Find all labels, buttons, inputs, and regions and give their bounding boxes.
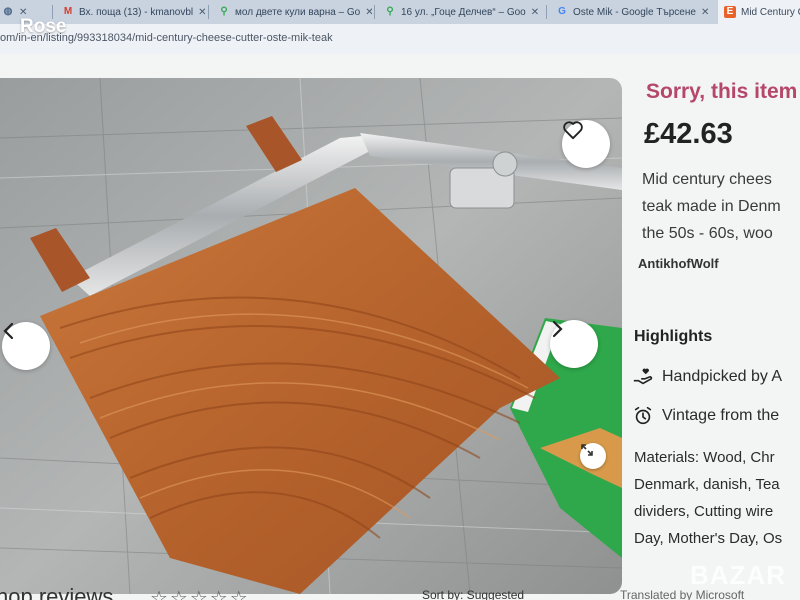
description-line: the 50s - 60s, woo	[642, 225, 773, 242]
materials-line: Denmark, danish, Tea	[634, 476, 780, 493]
maps-icon: ⚲	[386, 6, 394, 17]
close-tab-icon[interactable]: ✕	[365, 7, 372, 18]
tab-label: 16 ул. „Гоце Делчев“ – Goo	[401, 6, 526, 18]
alarm-clock-icon	[634, 406, 652, 425]
close-tab-icon[interactable]: ✕	[198, 7, 206, 18]
highlight-label: Vintage from the	[662, 407, 780, 424]
cheese-cutter-photo	[0, 78, 622, 594]
maps-icon: ⚲	[220, 6, 228, 17]
shop-name-link[interactable]: AntikhofWolf	[638, 256, 719, 271]
description-line: teak made in Denm	[642, 198, 781, 215]
globe-icon: ◍	[3, 6, 13, 17]
chevron-left-icon	[3, 322, 14, 340]
reviews-strip: hop reviews ☆☆☆☆☆ Sort by: Suggested Tra…	[0, 580, 800, 600]
chevron-right-icon	[552, 320, 563, 338]
watermark-bazar: BAZAR	[690, 560, 786, 590]
address-bar[interactable]: om/in-en/listing/993318034/mid-century-c…	[0, 24, 800, 54]
close-tab-icon[interactable]: ✕	[531, 7, 539, 18]
highlight-label: Handpicked by A	[662, 368, 783, 385]
previous-image-button[interactable]	[2, 322, 50, 370]
close-tab-icon[interactable]: ✕	[701, 7, 709, 18]
browser-tab-maps-2[interactable]: ⚲ 16 ул. „Гоце Делчев“ – Goo ✕	[378, 0, 544, 24]
tab-label: Oste Mik - Google Търсене	[573, 6, 696, 18]
browser-tab-strip: ◍ ✕ M Вх. поща (13) - kmanovbl ✕ ⚲ мол д…	[0, 0, 800, 24]
sort-dropdown[interactable]: Sort by: Suggested	[422, 588, 524, 600]
browser-tab-gmail[interactable]: M Вх. поща (13) - kmanovbl ✕	[56, 0, 206, 24]
listing-page: Sorry, this item £42.63 Mid century chee…	[0, 54, 800, 600]
highlight-handpicked: Handpicked by A	[632, 366, 782, 388]
favorite-button[interactable]	[562, 120, 610, 168]
google-icon: G	[558, 6, 566, 17]
tab-label: Mid Century Ch	[741, 6, 800, 18]
reviews-heading: hop reviews	[0, 584, 114, 600]
etsy-icon: E	[724, 6, 736, 18]
tab-label: мол двете кули варна – Go	[235, 6, 361, 18]
item-description: Mid century chees teak made in Denm the …	[642, 166, 781, 247]
watermark-rose: Rose	[20, 16, 67, 37]
price: £42.63	[644, 118, 733, 150]
unavailable-notice: Sorry, this item	[646, 80, 798, 103]
browser-tab-maps[interactable]: ⚲ мол двете кули варна – Go ✕	[212, 0, 372, 24]
materials-text: Materials: Wood, Chr Denmark, danish, Te…	[634, 444, 782, 552]
rating-stars: ☆☆☆☆☆	[150, 588, 250, 600]
heart-icon	[563, 121, 583, 140]
next-image-button[interactable]	[550, 320, 598, 368]
product-image[interactable]	[0, 78, 622, 594]
zoom-image-button[interactable]	[580, 443, 606, 469]
hand-heart-icon	[633, 368, 653, 385]
browser-tab-google[interactable]: G Oste Mik - Google Търсене ✕	[550, 0, 720, 24]
materials-line: Materials: Wood, Chr	[634, 449, 775, 466]
materials-line: Day, Mother's Day, Os	[634, 530, 783, 547]
expand-icon	[581, 444, 593, 456]
listing-details: Sorry, this item £42.63 Mid century chee…	[630, 54, 800, 600]
description-line: Mid century chees	[642, 171, 772, 188]
highlight-vintage: Vintage from the	[632, 405, 779, 427]
materials-line: dividers, Cutting wire	[634, 503, 774, 520]
browser-tab-etsy[interactable]: E Mid Century Ch	[718, 0, 800, 24]
highlights-heading: Highlights	[634, 328, 713, 345]
tab-label: Вх. поща (13) - kmanovbl	[79, 6, 194, 18]
